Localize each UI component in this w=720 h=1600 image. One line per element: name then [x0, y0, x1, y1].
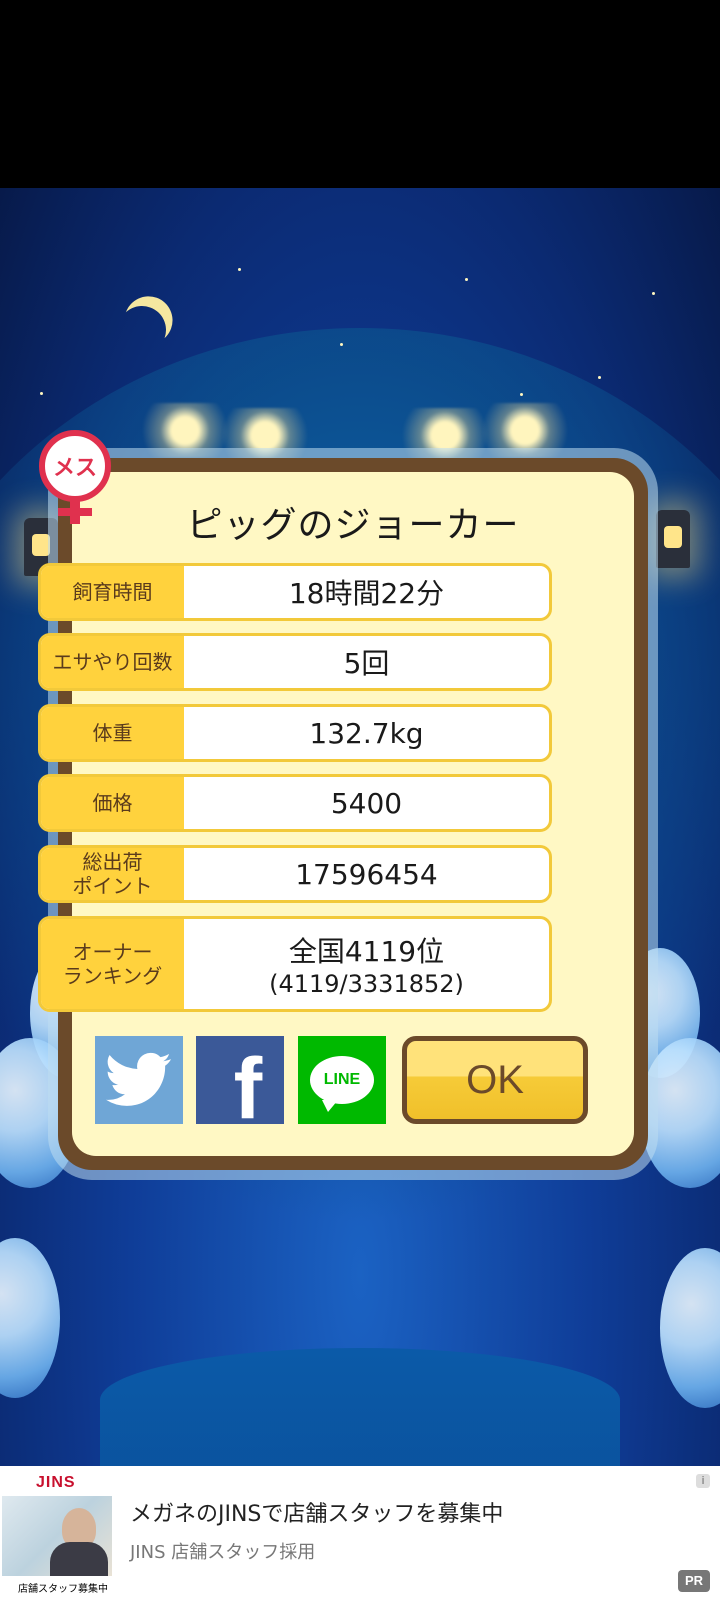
- stat-label: エサやり回数: [41, 636, 184, 688]
- star: [465, 278, 468, 281]
- stat-value: 132.7kg: [309, 716, 424, 750]
- stat-value: 5400: [330, 786, 403, 820]
- stat-value: 5回: [343, 647, 390, 680]
- stat-row-owner-ranking: オーナー ランキング 全国4119位 (4119/3331852): [38, 916, 552, 1012]
- road: [100, 1348, 620, 1466]
- light-orb: [660, 1248, 720, 1408]
- stat-row-feed-count: エサやり回数 5回: [38, 633, 552, 691]
- street-lamp: [656, 510, 690, 568]
- ad-image[interactable]: [2, 1496, 112, 1576]
- star: [340, 343, 343, 346]
- ad-subtitle: JINS 店舗スタッフ採用: [130, 1542, 316, 1563]
- stat-value: 17596454: [295, 857, 438, 891]
- star: [520, 393, 523, 396]
- stat-row-price: 価格 5400: [38, 774, 552, 832]
- light-orb: [0, 1238, 60, 1398]
- glowing-tree: [470, 403, 580, 458]
- gender-label: メス: [53, 456, 97, 481]
- stat-label: オーナー ランキング: [41, 919, 184, 1009]
- facebook-share-button[interactable]: f: [196, 1036, 284, 1133]
- pig-name-title: ピッグのジョーカー: [186, 505, 520, 546]
- stat-row-shipment-points: 総出荷 ポイント 17596454: [38, 845, 552, 903]
- ad-title[interactable]: メガネのJINSで店舗スタッフを募集中: [130, 1496, 503, 1528]
- stat-row-weight: 体重 132.7kg: [38, 704, 552, 762]
- star: [238, 268, 241, 271]
- ad-pr-badge: PR: [678, 1570, 710, 1592]
- ad-banner[interactable]: JINS 店舗スタッフ募集中 メガネのJINSで店舗スタッフを募集中 JINS …: [0, 1466, 720, 1600]
- stat-sub-value: (4119/3331852): [269, 970, 464, 998]
- twitter-share-button[interactable]: [95, 1036, 183, 1124]
- line-icon: LINE: [310, 1056, 374, 1112]
- twitter-icon: [106, 1052, 171, 1106]
- glowing-tree: [210, 408, 320, 463]
- ad-brand-logo: JINS: [36, 1474, 76, 1491]
- stat-label: 体重: [41, 707, 184, 759]
- stat-label: 価格: [41, 777, 184, 829]
- star: [598, 376, 601, 379]
- moon-icon: [110, 298, 174, 362]
- stat-row-breeding-time: 飼育時間 18時間22分: [38, 563, 552, 621]
- line-share-button[interactable]: LINE: [298, 1036, 386, 1124]
- stat-value: 全国4119位: [288, 935, 445, 968]
- ad-image-caption: 店舗スタッフ募集中: [18, 1584, 108, 1595]
- star: [652, 292, 655, 295]
- stat-value: 18時間22分: [288, 577, 445, 610]
- stat-label: 総出荷 ポイント: [41, 848, 184, 900]
- stat-label: 飼育時間: [41, 566, 184, 618]
- facebook-icon: f: [233, 1041, 263, 1137]
- ad-info-icon[interactable]: i: [696, 1474, 710, 1488]
- ok-button[interactable]: OK: [402, 1036, 588, 1124]
- female-icon: メス: [39, 430, 111, 524]
- star: [40, 392, 43, 395]
